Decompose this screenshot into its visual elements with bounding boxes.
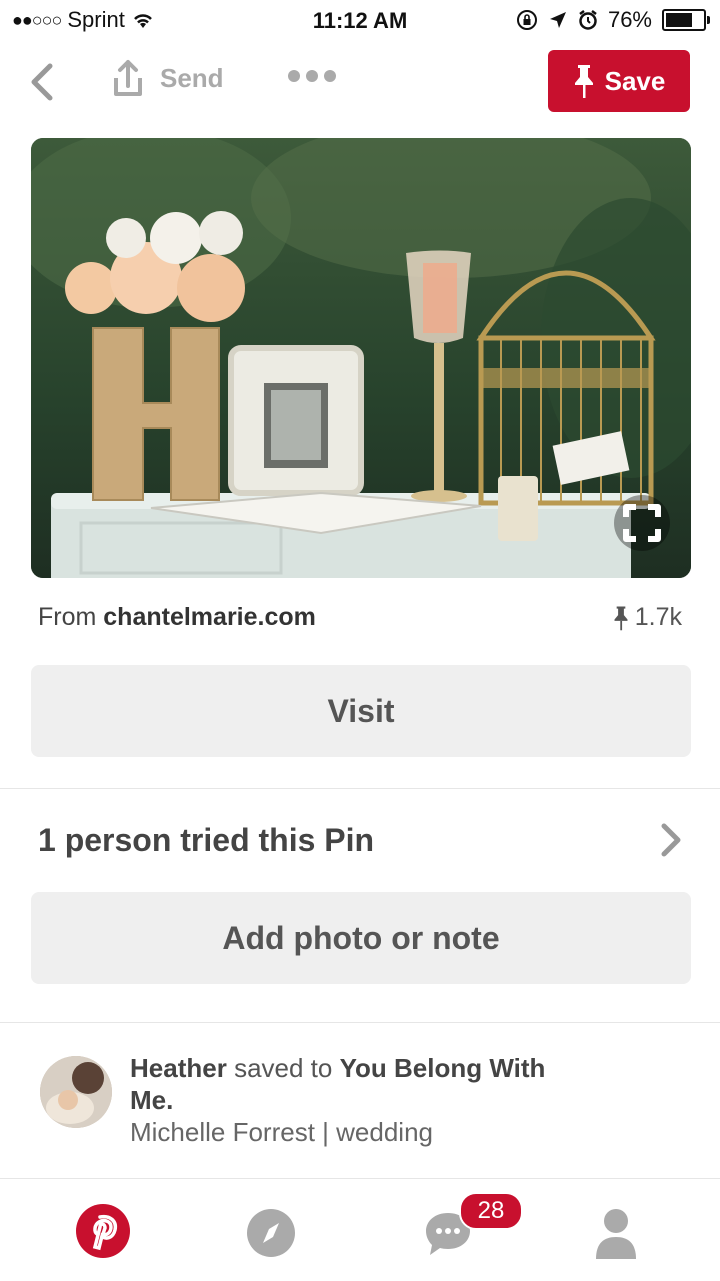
battery-percent: 76% [607, 7, 652, 32]
more-options-icon[interactable] [288, 70, 336, 82]
fullscreen-icon [623, 504, 661, 542]
location-arrow-icon [549, 12, 566, 28]
source-domain: chantelmarie.com [103, 603, 316, 631]
tried-pin-link[interactable]: 1 person tried this Pin [38, 822, 374, 859]
chevron-right-icon[interactable] [656, 820, 686, 860]
saved-activity[interactable]: Heather saved to You Belong With Me. Mic… [40, 1052, 590, 1148]
pinterest-home-icon[interactable] [75, 1203, 131, 1259]
wedding-guestbook-photo [31, 138, 691, 578]
save-button[interactable]: Save [548, 50, 690, 112]
visit-button[interactable]: Visit [31, 665, 691, 757]
notification-badge: 28 [459, 1192, 523, 1230]
activity-subline: Michelle Forrest | wedding [130, 1117, 433, 1147]
activity-user[interactable]: Heather [130, 1053, 227, 1083]
pushpin-icon [614, 605, 628, 630]
activity-verb: saved to [234, 1053, 333, 1083]
share-icon [114, 60, 142, 96]
save-label: Save [604, 65, 666, 96]
back-chevron-icon[interactable] [24, 60, 64, 104]
add-photo-button[interactable]: Add photo or note [31, 892, 691, 984]
send-label: Send [160, 62, 224, 93]
compass-explore-icon[interactable] [245, 1207, 297, 1259]
save-count-value: 1.7k [634, 603, 682, 631]
avatar[interactable] [40, 1056, 112, 1128]
activity-text: Heather saved to You Belong With Me. Mic… [130, 1052, 590, 1148]
source-prefix: From [38, 603, 97, 631]
save-count: 1.7k [613, 603, 682, 632]
pin-image[interactable] [31, 138, 691, 578]
expand-image-button[interactable] [614, 495, 670, 551]
status-bar: ●●○○○ Sprint 11:12 AM 76% [0, 0, 720, 40]
bottom-tab-bar [0, 1178, 720, 1281]
pushpin-icon [574, 65, 593, 98]
add-photo-label: Add photo or note [222, 919, 500, 956]
avatar-photo [40, 1056, 112, 1128]
pin-source[interactable]: From chantelmarie.com [38, 603, 316, 632]
visit-label: Visit [327, 692, 395, 729]
send-button[interactable]: Send [110, 58, 224, 98]
alarm-icon [579, 10, 597, 30]
divider [0, 1022, 720, 1023]
divider [0, 788, 720, 789]
profile-icon[interactable] [594, 1207, 638, 1261]
rotation-lock-icon [516, 10, 537, 30]
battery-icon [662, 9, 710, 31]
